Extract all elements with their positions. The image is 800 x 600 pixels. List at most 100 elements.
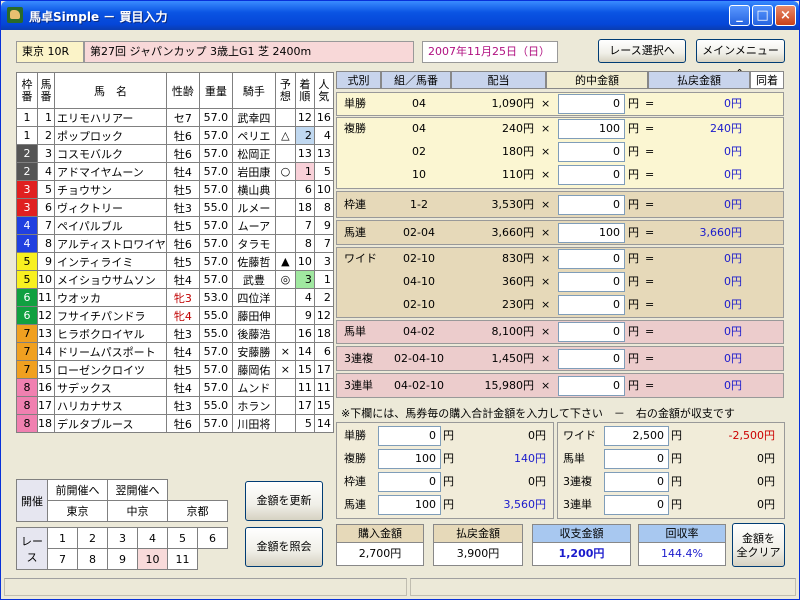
prediction-mark[interactable] bbox=[274, 324, 296, 343]
hit-amount-input[interactable]: 0 bbox=[558, 249, 625, 269]
waku-number: 1 bbox=[16, 108, 38, 127]
purchase-amount-input[interactable]: 2,500 bbox=[604, 426, 669, 446]
purchase-amount-input[interactable]: 0 bbox=[378, 472, 441, 492]
minimize-button[interactable]: _ bbox=[729, 5, 750, 26]
horse-name: エリモハリアー bbox=[54, 108, 167, 127]
horse-row[interactable]: 6 11 ウオッカ 牝3 53.0 四位洋 4 2 bbox=[16, 288, 334, 307]
prediction-mark[interactable]: △ bbox=[274, 126, 296, 145]
jockey-name: 藤田伸 bbox=[231, 306, 276, 325]
purchase-amount-input[interactable]: 100 bbox=[378, 495, 441, 515]
horse-weight: 57.0 bbox=[198, 342, 233, 361]
venue-kyoto[interactable]: 京都 bbox=[167, 500, 228, 522]
jockey-name: 岩田康 bbox=[231, 162, 276, 181]
horse-row[interactable]: 5 9 インティライミ 牡5 57.0 佐藤哲 ▲ 10 3 bbox=[16, 252, 334, 271]
hit-amount-input[interactable]: 0 bbox=[558, 375, 625, 396]
purchase-amount-input[interactable]: 0 bbox=[378, 426, 441, 446]
prediction-mark[interactable] bbox=[274, 108, 296, 127]
prediction-mark[interactable] bbox=[274, 288, 296, 307]
hit-amount-input[interactable]: 0 bbox=[558, 348, 625, 369]
prediction-mark[interactable] bbox=[274, 144, 296, 163]
hit-amount-input[interactable]: 0 bbox=[558, 165, 625, 185]
prediction-mark[interactable]: ▲ bbox=[274, 252, 296, 271]
purchase-amount-input[interactable]: 0 bbox=[604, 449, 669, 469]
update-amount-button[interactable]: 金額を更新 bbox=[245, 481, 323, 521]
race-button-11[interactable]: 11 bbox=[167, 548, 198, 570]
prediction-mark[interactable] bbox=[274, 198, 296, 217]
horse-row[interactable]: 2 3 コスモバルク 牡6 57.0 松岡正 13 13 bbox=[16, 144, 334, 163]
prediction-mark[interactable]: × bbox=[274, 342, 296, 361]
prediction-mark[interactable]: ○ bbox=[274, 162, 296, 181]
race-button-4[interactable]: 4 bbox=[137, 527, 168, 549]
close-button[interactable]: × bbox=[775, 5, 796, 26]
race-button-7[interactable]: 7 bbox=[47, 548, 78, 570]
race-button-6[interactable]: 6 bbox=[197, 527, 228, 549]
refund-amount: 0円 bbox=[724, 168, 742, 181]
venue-chukyo[interactable]: 中京 bbox=[107, 500, 168, 522]
horse-row[interactable]: 8 18 デルタブルース 牡6 57.0 川田将 5 14 bbox=[16, 414, 334, 433]
next-meeting-button[interactable]: 翌開催へ bbox=[107, 479, 168, 501]
horse-row[interactable]: 2 4 アドマイヤムーン 牡4 57.0 岩田康 ○ 1 5 bbox=[16, 162, 334, 181]
horse-row[interactable]: 3 6 ヴィクトリー 牡3 55.0 ルメー 18 8 bbox=[16, 198, 334, 217]
hit-amount-input[interactable]: 0 bbox=[558, 322, 625, 342]
horse-sexage: 牡5 bbox=[165, 216, 200, 235]
hit-amount-input[interactable]: 100 bbox=[558, 119, 625, 139]
clear-all-button[interactable]: 金額を 全クリア bbox=[732, 523, 785, 567]
return-rate-label: 回収率 bbox=[639, 525, 725, 543]
venue-tokyo[interactable]: 東京 bbox=[47, 500, 108, 522]
waku-number: 2 bbox=[16, 144, 38, 163]
race-button-8[interactable]: 8 bbox=[77, 548, 108, 570]
prediction-mark[interactable] bbox=[274, 180, 296, 199]
hit-amount-input[interactable]: 0 bbox=[558, 142, 625, 162]
title-bar[interactable]: 馬卓Simple － 買目入力 _ □ × bbox=[1, 1, 799, 30]
race-button-3[interactable]: 3 bbox=[107, 527, 138, 549]
horse-row[interactable]: 1 1 エリモハリアー セ7 57.0 武幸四 12 16 bbox=[16, 108, 334, 127]
hit-amount-input[interactable]: 100 bbox=[558, 222, 625, 243]
horse-row[interactable]: 1 2 ポップロック 牡6 57.0 ペリエ △ 2 4 bbox=[16, 126, 334, 145]
prediction-mark[interactable]: × bbox=[274, 360, 296, 379]
maximize-button[interactable]: □ bbox=[752, 5, 773, 26]
horse-weight: 57.0 bbox=[198, 378, 233, 397]
horse-row[interactable]: 8 16 サデックス 牡4 57.0 ムンド 11 11 bbox=[16, 378, 334, 397]
horse-row[interactable]: 4 8 アルティストロワイヤ 牡6 57.0 タラモ 8 7 bbox=[16, 234, 334, 253]
purchase-result: 0円 bbox=[757, 452, 775, 465]
prediction-mark[interactable] bbox=[274, 378, 296, 397]
hit-amount-input[interactable]: 0 bbox=[558, 94, 625, 114]
race-button-5[interactable]: 5 bbox=[167, 527, 198, 549]
prediction-mark[interactable] bbox=[274, 234, 296, 253]
purchase-amount-input[interactable]: 0 bbox=[604, 495, 669, 515]
race-button-9[interactable]: 9 bbox=[107, 548, 138, 570]
horse-app-icon bbox=[7, 7, 23, 23]
horse-row[interactable]: 7 13 ヒラボクロイヤル 牡3 55.0 後藤浩 16 18 bbox=[16, 324, 334, 343]
hit-amount-input[interactable]: 0 bbox=[558, 295, 625, 315]
horse-row[interactable]: 7 15 ローゼンクロイツ 牡5 57.0 藤岡佑 × 15 17 bbox=[16, 360, 334, 379]
purchase-amount-input[interactable]: 0 bbox=[604, 472, 669, 492]
refund-total-box: 払戻金額 3,900円 bbox=[433, 524, 523, 566]
prediction-mark[interactable]: ◎ bbox=[274, 270, 296, 289]
horse-row[interactable]: 4 7 ペイパルブル 牡5 57.0 ムーア 7 9 bbox=[16, 216, 334, 235]
hit-amount-input[interactable]: 0 bbox=[558, 272, 625, 292]
inquire-amount-button[interactable]: 金額を照会 bbox=[245, 527, 323, 567]
race-button-10[interactable]: 10 bbox=[137, 548, 168, 570]
hit-amount-input[interactable]: 0 bbox=[558, 194, 625, 215]
popularity: 2 bbox=[313, 288, 334, 307]
purchase-amount-input[interactable]: 100 bbox=[378, 449, 441, 469]
horse-row[interactable]: 5 10 メイショウサムソン 牡4 57.0 武豊 ◎ 3 1 bbox=[16, 270, 334, 289]
prediction-mark[interactable] bbox=[274, 396, 296, 415]
prediction-mark[interactable] bbox=[274, 414, 296, 433]
prev-meeting-button[interactable]: 前開催へ bbox=[47, 479, 108, 501]
bet-combo: 02-04-10 bbox=[394, 351, 444, 365]
horse-row[interactable]: 8 17 ハリカナサス 牡3 55.0 ホラン 17 15 bbox=[16, 396, 334, 415]
jockey-name: 武豊 bbox=[231, 270, 276, 289]
horse-weight: 57.0 bbox=[198, 180, 233, 199]
prediction-mark[interactable] bbox=[274, 216, 296, 235]
bet-combo: 04 bbox=[412, 97, 426, 110]
race-button-2[interactable]: 2 bbox=[77, 527, 108, 549]
horse-row[interactable]: 3 5 チョウサン 牡5 57.0 横山典 6 10 bbox=[16, 180, 334, 199]
prediction-mark[interactable] bbox=[274, 306, 296, 325]
main-menu-button[interactable]: メインメニューへ bbox=[696, 39, 785, 79]
finish-position: 13 bbox=[294, 144, 315, 163]
horse-row[interactable]: 6 12 フサイチパンドラ 牝4 55.0 藤田伸 9 12 bbox=[16, 306, 334, 325]
horse-row[interactable]: 7 14 ドリームパスポート 牡4 57.0 安藤勝 × 14 6 bbox=[16, 342, 334, 361]
race-select-button[interactable]: レース選択へ bbox=[598, 39, 686, 63]
race-button-1[interactable]: 1 bbox=[47, 527, 78, 549]
